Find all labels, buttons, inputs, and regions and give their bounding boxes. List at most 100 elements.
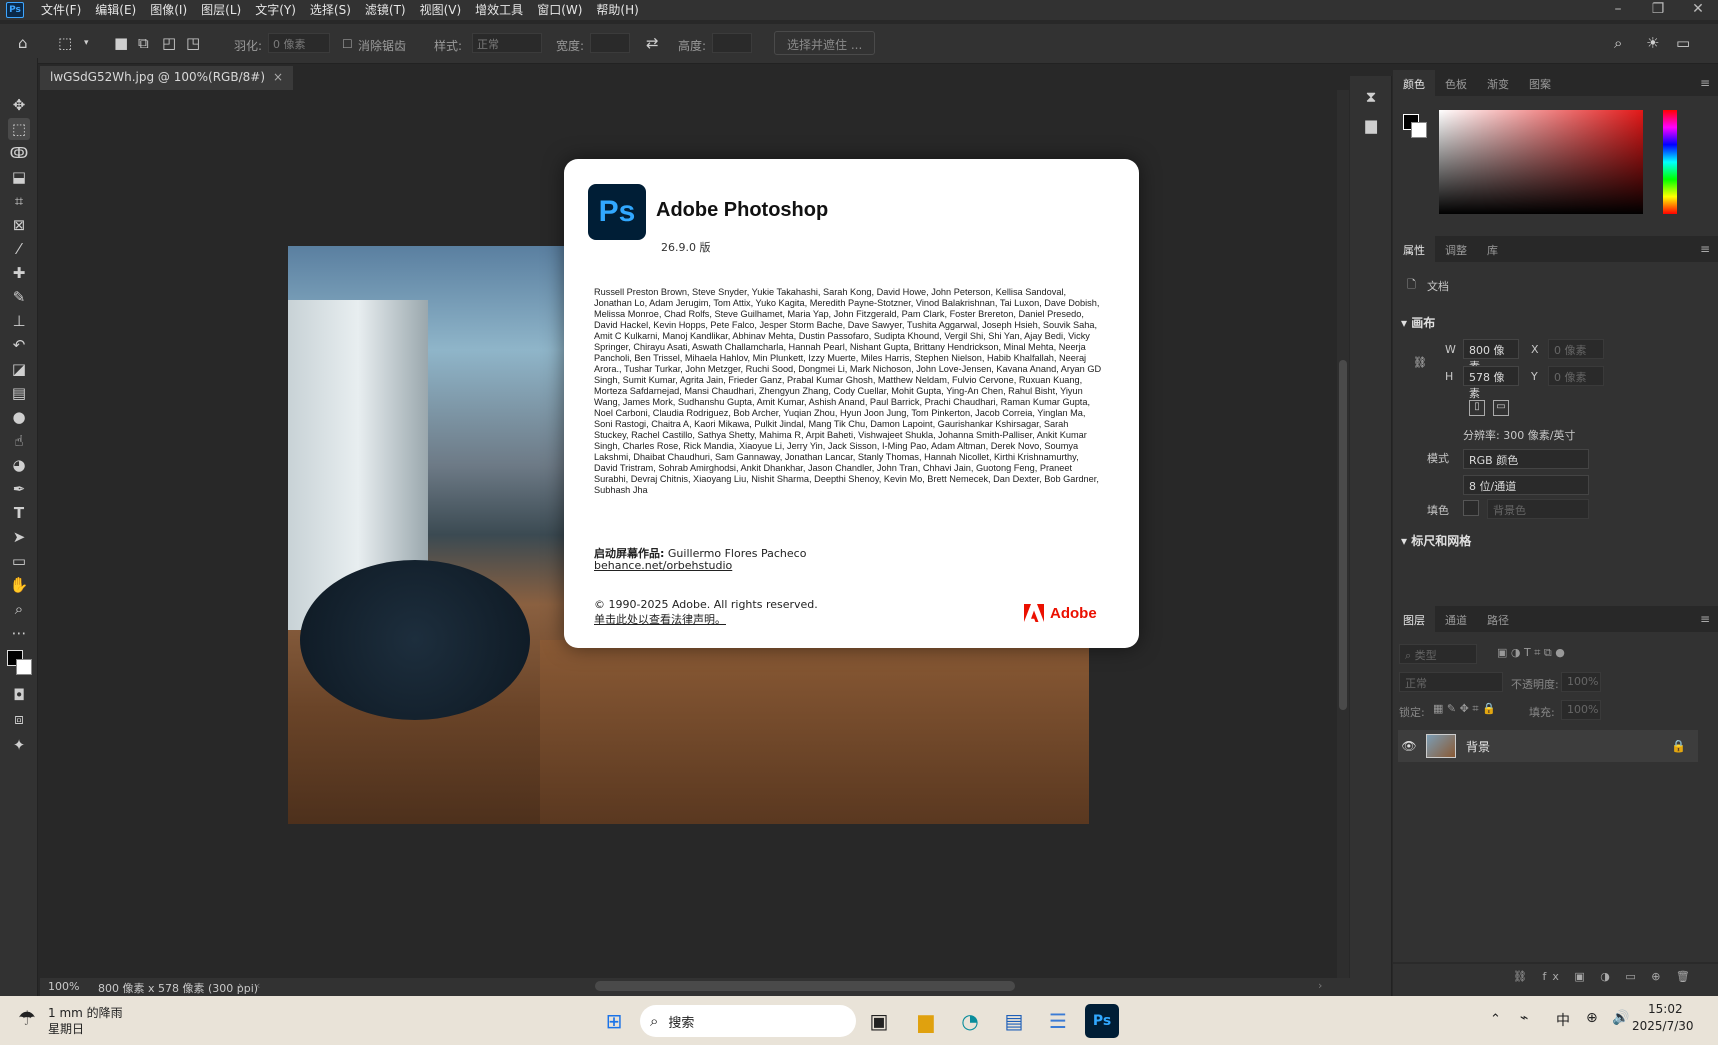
landscape-orientation-icon[interactable]: ▭ [1493, 400, 1509, 416]
notepad-icon[interactable]: ☰ [1041, 1004, 1075, 1038]
menu-filter[interactable]: 滤镜(T) [358, 0, 413, 20]
layers-panel-menu-icon[interactable]: ≡ [1700, 612, 1710, 626]
fill-select[interactable]: 背景色 [1487, 499, 1589, 519]
history-panel-icon[interactable]: ⧗ [1360, 86, 1382, 108]
hue-slider[interactable] [1663, 110, 1677, 214]
layer-visibility-eye-icon[interactable]: 👁 [1398, 739, 1420, 753]
move-tool-icon[interactable]: ✥ [8, 94, 30, 116]
type-tool-icon[interactable]: T [8, 502, 30, 524]
start-icon[interactable]: ⊞ [597, 1004, 631, 1038]
comments-panel-icon[interactable]: ▆ [1360, 114, 1382, 136]
fill-opacity-field[interactable]: 100% [1561, 700, 1601, 720]
menu-image[interactable]: 图像(I) [143, 0, 194, 20]
document-tab[interactable]: lwGSdG52Wh.jpg @ 100%(RGB/8#) × [40, 66, 294, 90]
blur-tool-icon[interactable]: ● [8, 406, 30, 428]
tab-patterns[interactable]: 图案 [1519, 70, 1561, 96]
menu-edit[interactable]: 编辑(E) [88, 0, 143, 20]
crop-tool-icon[interactable]: ⌗ [8, 190, 30, 212]
canvas-width-field[interactable]: 800 像素 [1463, 339, 1519, 373]
link-dimensions-icon[interactable]: ⛓ [1413, 356, 1427, 369]
eyedropper-tool-icon[interactable]: ⁄ [8, 238, 30, 260]
properties-panel-menu-icon[interactable]: ≡ [1700, 242, 1710, 256]
tray-chevron-up-icon[interactable]: ⌃ [1490, 1012, 1501, 1027]
tab-adjustments[interactable]: 调整 [1435, 236, 1477, 262]
panel-background-swatch[interactable] [1411, 122, 1427, 138]
layer-row-background[interactable]: 👁 背景 🔒 [1398, 730, 1698, 762]
opacity-field[interactable]: 100% [1561, 672, 1601, 692]
tab-channels[interactable]: 通道 [1435, 606, 1477, 632]
background-color-swatch[interactable] [16, 659, 32, 675]
photoshop-taskbar-icon[interactable]: Ps [1085, 1004, 1119, 1038]
menu-view[interactable]: 视图(V) [413, 0, 469, 20]
menu-file[interactable]: 文件(F) [34, 0, 88, 20]
close-icon[interactable]: ✕ [1678, 0, 1718, 20]
frame-tool-icon[interactable]: ⊠ [8, 214, 30, 236]
tab-gradients[interactable]: 渐变 [1477, 70, 1519, 96]
close-tab-icon[interactable]: × [273, 70, 283, 86]
screen-mode-icon[interactable]: ⧈ [8, 708, 30, 730]
tab-libraries[interactable]: 库 [1477, 236, 1508, 262]
hand-tool-icon[interactable]: ✋ [8, 574, 30, 596]
clock-time[interactable]: 15:02 [1648, 1002, 1683, 1016]
lock-options-icons[interactable]: ▦ ✎ ✥ ⌗ 🔒 [1433, 702, 1496, 716]
canvas-height-field[interactable]: 578 像素 [1463, 366, 1519, 400]
gradient-tool-icon[interactable]: ▤ [8, 382, 30, 404]
status-menu-chevron-icon[interactable]: › [238, 979, 242, 992]
bulb-icon[interactable]: ☀ [1646, 35, 1659, 51]
add-selection-icon[interactable]: ⧉ [138, 35, 149, 51]
lasso-tool-icon[interactable]: ↂ [8, 142, 30, 164]
path-select-tool-icon[interactable]: ➤ [8, 526, 30, 548]
menu-help[interactable]: 帮助(H) [589, 0, 645, 20]
zoom-level[interactable]: 100% [48, 980, 79, 993]
minimize-icon[interactable]: – [1598, 0, 1638, 20]
quick-mask-icon[interactable]: ◘ [8, 684, 30, 706]
menu-layer[interactable]: 图层(L) [194, 0, 248, 20]
clone-stamp-tool-icon[interactable]: ⊥ [8, 310, 30, 332]
canvas-section-header[interactable]: ▾ 画布 [1401, 314, 1435, 331]
generative-icon[interactable]: ✦ [8, 734, 30, 756]
search-icon[interactable]: ⌕ [1614, 35, 1622, 51]
horizontal-scroll-thumb[interactable] [595, 981, 1015, 991]
globe-icon[interactable]: ⊕ [1586, 1010, 1598, 1026]
chevron-down-icon[interactable]: ▾ [84, 35, 89, 51]
eraser-tool-icon[interactable]: ◪ [8, 358, 30, 380]
fill-swatch[interactable] [1463, 500, 1479, 516]
scroll-right-icon[interactable]: › [1318, 979, 1322, 992]
store-icon[interactable]: ▤ [997, 1004, 1031, 1038]
height-input[interactable] [712, 33, 752, 53]
layer-kind-filter[interactable]: ⌕ 类型 [1399, 644, 1477, 664]
tab-color[interactable]: 颜色 [1393, 70, 1435, 96]
marquee-tool-icon[interactable]: ⬚ [8, 118, 30, 140]
workspace-icon[interactable]: ▭ [1676, 35, 1690, 51]
edge-browser-icon[interactable]: ◔ [953, 1004, 987, 1038]
tab-paths[interactable]: 路径 [1477, 606, 1519, 632]
smudge-tool-icon[interactable]: ☝ [8, 430, 30, 452]
menu-type[interactable]: 文字(Y) [248, 0, 303, 20]
more-tools-icon[interactable]: ⋯ [8, 622, 30, 644]
volume-icon[interactable]: 🔊 [1612, 1010, 1629, 1026]
rulers-section-header[interactable]: ▾ 标尺和网格 [1401, 532, 1471, 549]
canvas-y-field[interactable]: 0 像素 [1548, 366, 1604, 386]
clock-date[interactable]: 2025/7/30 [1632, 1019, 1694, 1033]
home-icon[interactable]: ⌂ [18, 35, 28, 51]
color-panel-menu-icon[interactable]: ≡ [1700, 76, 1710, 90]
tab-layers[interactable]: 图层 [1393, 606, 1435, 632]
color-field[interactable] [1439, 110, 1643, 214]
ime-indicator[interactable]: 中 [1556, 1010, 1570, 1030]
history-brush-tool-icon[interactable]: ↶ [8, 334, 30, 356]
menu-select[interactable]: 选择(S) [303, 0, 358, 20]
antialias-checkbox[interactable]: ☐ [342, 37, 353, 51]
tab-swatches[interactable]: 色板 [1435, 70, 1477, 96]
weather-rain-icon[interactable]: ☂ [18, 1006, 36, 1030]
menu-plugins[interactable]: 增效工具 [468, 0, 530, 20]
width-input[interactable] [590, 33, 630, 53]
taskbar-search-box[interactable]: ⌕ 搜索 [640, 1005, 856, 1037]
about-dialog[interactable]: Ps Adobe Photoshop 26.9.0 版 Russell Pres… [564, 159, 1139, 648]
new-selection-icon[interactable]: ■ [114, 35, 128, 51]
zoom-tool-icon[interactable]: ⌕ [8, 598, 30, 620]
network-icon[interactable]: ⌁ [1520, 1010, 1528, 1026]
legal-notice-link[interactable]: 单击此处以查看法律声明。 [594, 611, 726, 627]
splash-artist-link[interactable]: behance.net/orbehstudio [594, 559, 732, 572]
photoshop-app-icon[interactable]: Ps [6, 2, 24, 18]
layer-filter-icons[interactable]: ▣ ◑ T ⌗ ⧉ ● [1497, 646, 1565, 660]
